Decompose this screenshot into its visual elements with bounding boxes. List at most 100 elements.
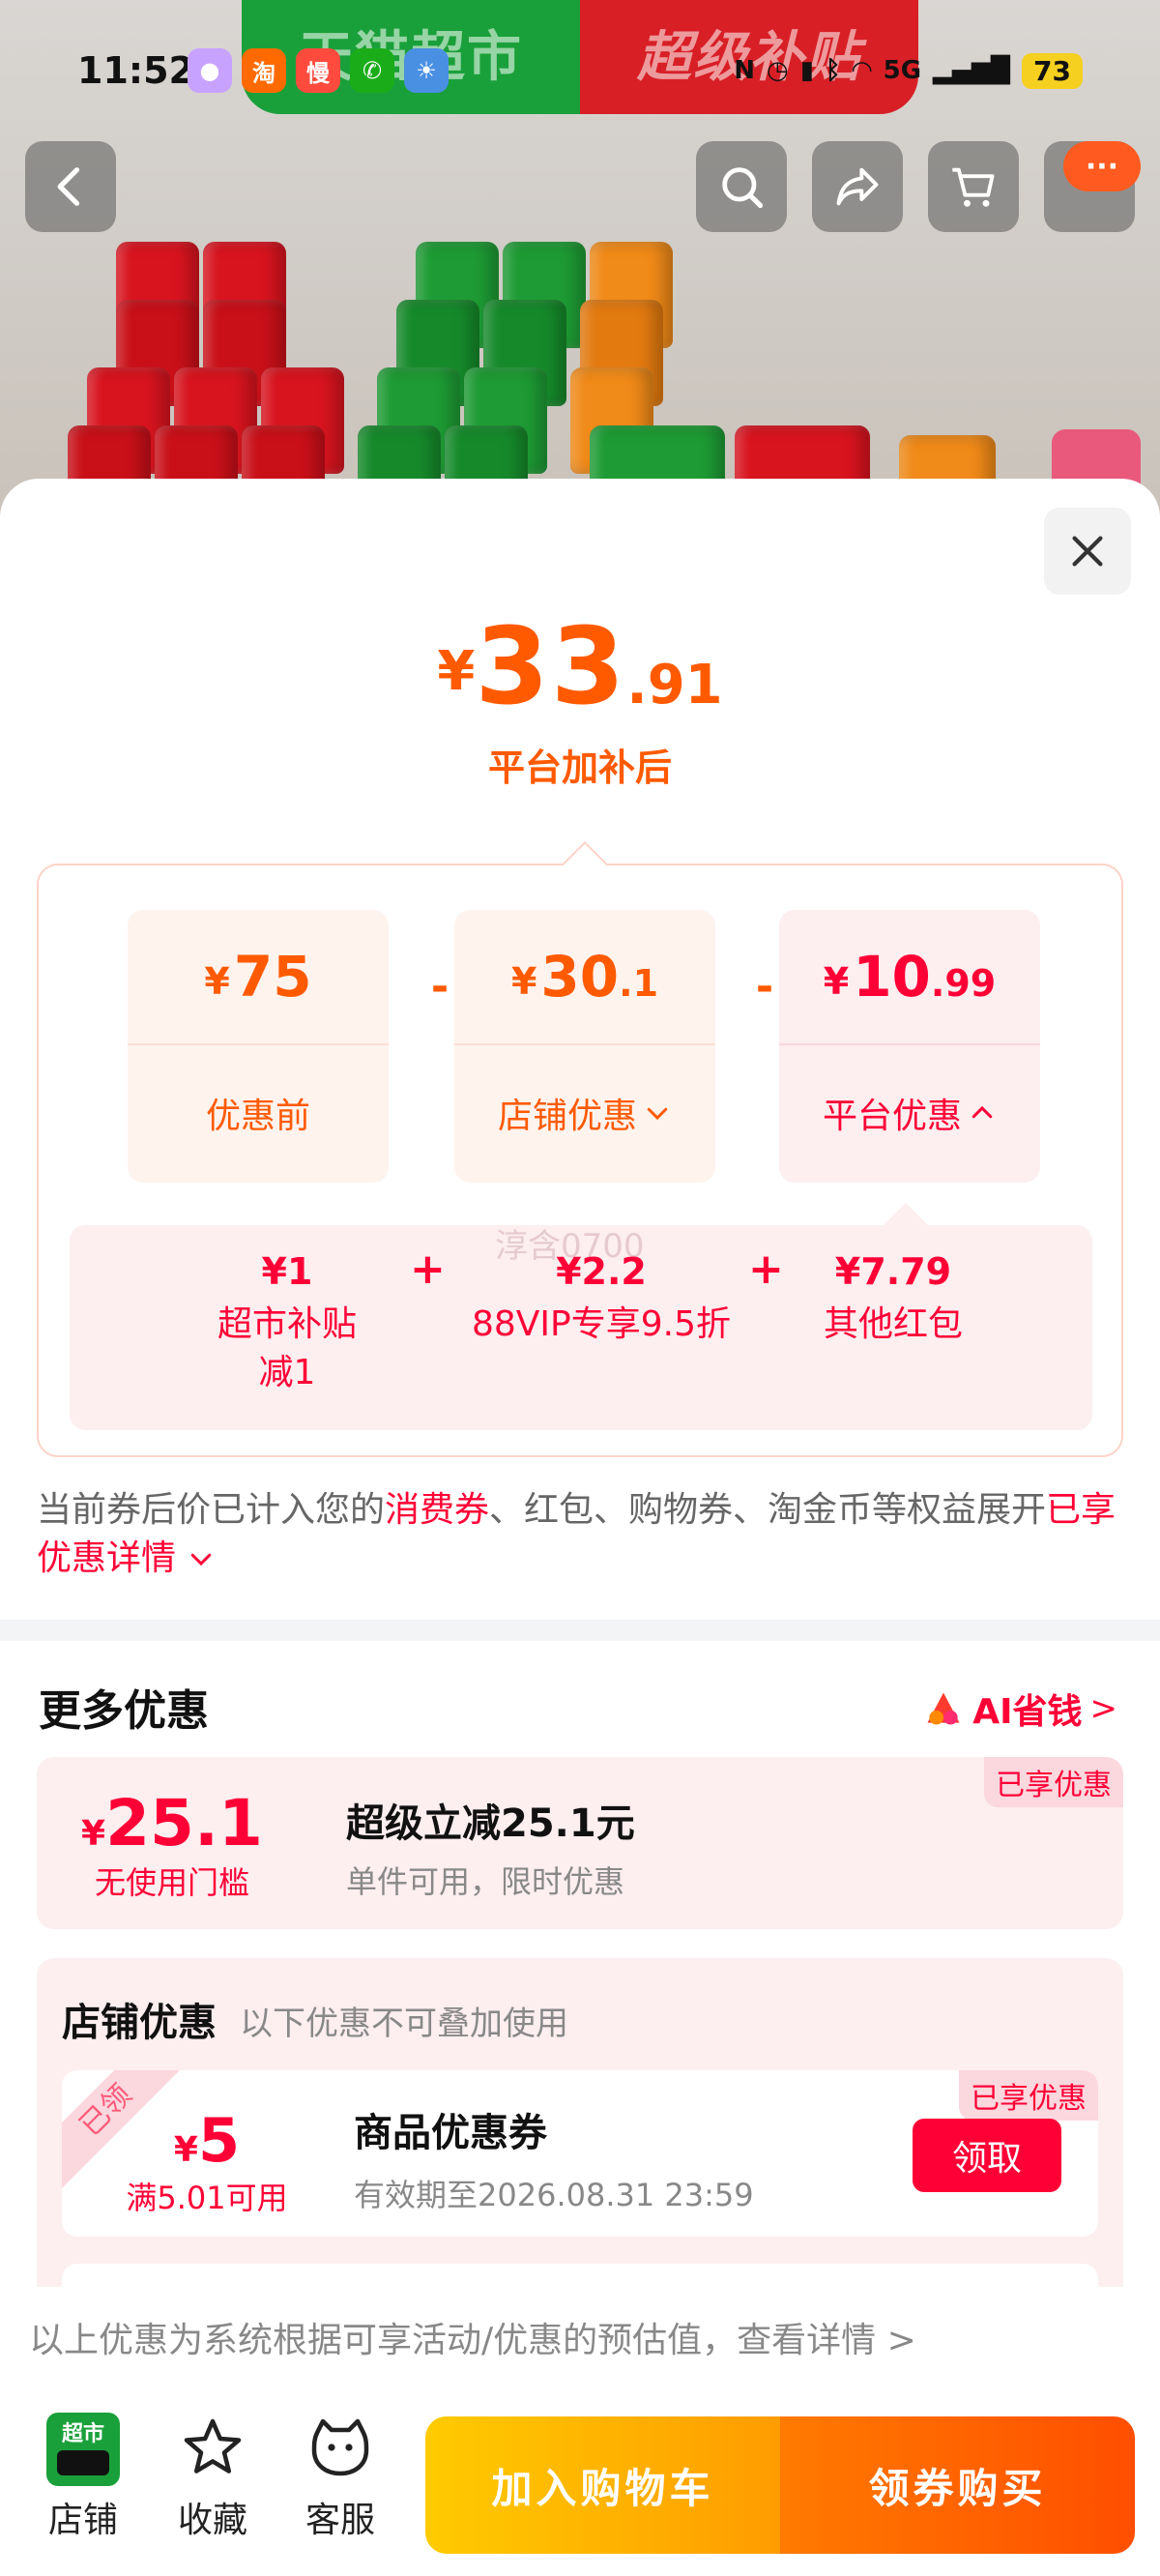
wechat-icon: ✆ xyxy=(350,48,394,93)
nfc-icon: N xyxy=(734,56,755,85)
plus-sign: + xyxy=(410,1244,446,1294)
signal-icon: ▂▄▆█ xyxy=(933,56,1011,85)
search-icon xyxy=(722,167,764,209)
cart-icon xyxy=(952,167,995,207)
other-redpacket-value: ¥7.79 xyxy=(834,1250,952,1293)
claim-coupon-buy-button[interactable]: 领券购买 xyxy=(780,2416,1135,2554)
status-app-icons: ● 淘 慢 ✆ ☀ xyxy=(188,48,449,93)
back-arrow-icon xyxy=(57,167,80,206)
plus-sign: + xyxy=(748,1244,784,1294)
shop-discount-card[interactable]: ¥30.1 店铺优惠 xyxy=(454,910,715,1183)
super-discount-coupon[interactable]: 已享优惠 ¥25.1 无使用门槛 超级立减25.1元 单件可用，限时优惠 xyxy=(37,1757,1123,1929)
disclaimer-text: 以上优惠为系统根据可享活动/优惠的预估值，查看详情 > xyxy=(29,2321,916,2360)
supermarket-subsidy: ¥1 超市补贴 减1 xyxy=(215,1250,360,1397)
supermarket-subsidy-label: 超市补贴 减1 xyxy=(217,1304,357,1392)
coupon-amount: ¥25.1 无使用门槛 xyxy=(66,1786,278,1903)
tmall-supermarket-logo: 超市 xyxy=(46,2413,120,2486)
star-icon xyxy=(184,2418,242,2474)
close-button[interactable] xyxy=(1044,508,1131,595)
coupon-desc: 单件可用，限时优惠 xyxy=(346,1863,625,1900)
battery-level: 73 xyxy=(1022,52,1083,89)
coupon-value: 5 xyxy=(197,2105,241,2176)
alarm-icon: ◷ xyxy=(767,56,789,85)
shop-discount-currency: ¥ xyxy=(510,960,537,1003)
network-label: 5G xyxy=(883,56,922,85)
shop-discount-integer: 30 xyxy=(540,944,620,1010)
shop-discount-decimal: .1 xyxy=(619,962,659,1005)
bottom-action-bar: 超市 店铺 收藏 客服 加入购物车 领券购买 xyxy=(0,2393,1160,2576)
original-value: 75 xyxy=(233,944,312,1010)
platform-discount-detail: 淳含0700 ¥1 超市补贴 减1 + ¥2.2 88VIP专享9.5折 + ¥7… xyxy=(70,1202,1092,1430)
more-dots-badge[interactable]: ··· xyxy=(1063,141,1141,191)
coupon-condition: 满5.01可用 xyxy=(126,2180,288,2216)
final-price: ¥33.91 xyxy=(0,604,1160,728)
chevron-down-icon[interactable] xyxy=(187,1544,216,1573)
product-image-area: 天猫超市 超级补贴 11:52 ● 淘 xyxy=(0,0,1160,522)
section-divider xyxy=(0,1620,1160,1641)
original-label: 优惠前 xyxy=(205,1097,310,1136)
minus-sign: - xyxy=(430,962,450,1011)
other-redpacket-label: 其他红包 xyxy=(823,1304,963,1344)
coupon-amount: ¥5 满5.01可用 xyxy=(101,2105,313,2218)
bot-app-icon: ● xyxy=(188,48,232,93)
shop-section-subtitle: 以下优惠不可叠加使用 xyxy=(240,2005,568,2043)
share-button[interactable] xyxy=(812,141,903,232)
status-bar: 11:52 ● 淘 慢 ✆ ☀ N ◷ ▮ ᛒ ◠ 5G ▂▄▆█ 73 xyxy=(0,39,1160,102)
service-label: 客服 xyxy=(304,2501,375,2540)
platform-discount-currency: ¥ xyxy=(823,960,850,1003)
chevron-right-icon: > xyxy=(1089,1689,1118,1728)
cart-button[interactable] xyxy=(928,141,1019,232)
coupon-condition: 无使用门槛 xyxy=(94,1864,249,1901)
vip-discount-label: 88VIP专享9.5折 xyxy=(471,1304,731,1344)
bluetooth-icon: ᛒ xyxy=(826,56,841,85)
chevron-down-icon xyxy=(647,1107,668,1121)
enjoyed-badge: 已享优惠 xyxy=(984,1757,1123,1807)
supermarket-subsidy-value: ¥1 xyxy=(261,1250,313,1293)
coupon-value: 25.1 xyxy=(105,1786,263,1860)
final-price-label: 平台加补后 xyxy=(487,746,672,789)
add-to-cart-button[interactable]: 加入购物车 xyxy=(425,2416,780,2554)
favorite-button[interactable]: 收藏 xyxy=(164,2413,261,2542)
weather-icon: ☀ xyxy=(404,48,449,93)
platform-discount-card[interactable]: ¥10.99 平台优惠 xyxy=(779,910,1040,1183)
coupon-desc: 有效期至2026.08.31 23:59 xyxy=(354,2177,754,2213)
back-button[interactable] xyxy=(25,141,116,232)
share-icon xyxy=(836,167,879,206)
final-price-integer: 33 xyxy=(475,604,627,728)
shop-label: 店铺 xyxy=(47,2501,118,2540)
more-discounts-title: 更多优惠 xyxy=(39,1686,209,1736)
coupon-title: 超级立减25.1元 xyxy=(346,1801,635,1846)
vibrate-icon: ▮ xyxy=(799,56,814,85)
favorite-label: 收藏 xyxy=(177,2501,247,2540)
enjoyed-badge: 已享优惠 xyxy=(959,2070,1098,2121)
action-buttons: 加入购物车 领券购买 xyxy=(425,2416,1135,2554)
taobao-icon: 淘 xyxy=(242,48,286,93)
close-icon xyxy=(1072,536,1103,567)
status-time: 11:52 xyxy=(77,49,194,92)
ai-link-label: AI省钱 xyxy=(972,1692,1083,1732)
slow-icon: 慢 xyxy=(296,48,340,93)
shop-discount-label: 店铺优惠 xyxy=(497,1097,637,1136)
disclaimer[interactable]: 以上优惠为系统根据可享活动/优惠的预估值，查看详情 > xyxy=(0,2287,1160,2393)
price-breakdown: ¥75 优惠前 - ¥30.1 店铺优惠 - ¥10.99 平台优惠 淳含070… xyxy=(37,840,1123,1457)
discount-detail-sheet: ¥33.91 平台加补后 ¥75 优惠前 - ¥30.1 店铺优惠 - ¥10.… xyxy=(0,479,1160,2576)
status-right: N ◷ ▮ ᛒ ◠ 5G ▂▄▆█ 73 xyxy=(734,52,1083,89)
vip-discount: ¥2.2 88VIP专享9.5折 xyxy=(456,1250,746,1349)
original-currency: ¥ xyxy=(204,960,230,1003)
platform-discount-integer: 10 xyxy=(853,944,931,1010)
shop-button[interactable]: 超市 店铺 xyxy=(35,2413,131,2542)
final-price-decimal: .91 xyxy=(626,654,723,717)
search-button[interactable] xyxy=(696,141,787,232)
service-face-icon xyxy=(311,2418,369,2476)
wifi-icon: ◠ xyxy=(852,56,872,85)
service-button[interactable]: 客服 xyxy=(292,2413,389,2542)
product-coupon[interactable]: 已领 已享优惠 ¥5 满5.01可用 商品优惠券 有效期至2026.08.31 … xyxy=(62,2070,1098,2237)
consumption-coupon-link[interactable]: 消费券 xyxy=(385,1490,489,1530)
vip-discount-value: ¥2.2 xyxy=(556,1250,647,1293)
claim-button[interactable]: 领取 xyxy=(913,2119,1061,2192)
minus-sign: - xyxy=(755,962,774,1011)
price-note: 当前券后价已计入您的消费券、红包、购物券、淘金币等权益展开已享优惠详情 xyxy=(37,1490,1116,1578)
coupon-title: 商品优惠券 xyxy=(354,2111,547,2155)
ai-save-money-link[interactable]: AI省钱 > xyxy=(922,1683,1117,1734)
other-redpacket: ¥7.79 其他红包 xyxy=(797,1250,990,1349)
